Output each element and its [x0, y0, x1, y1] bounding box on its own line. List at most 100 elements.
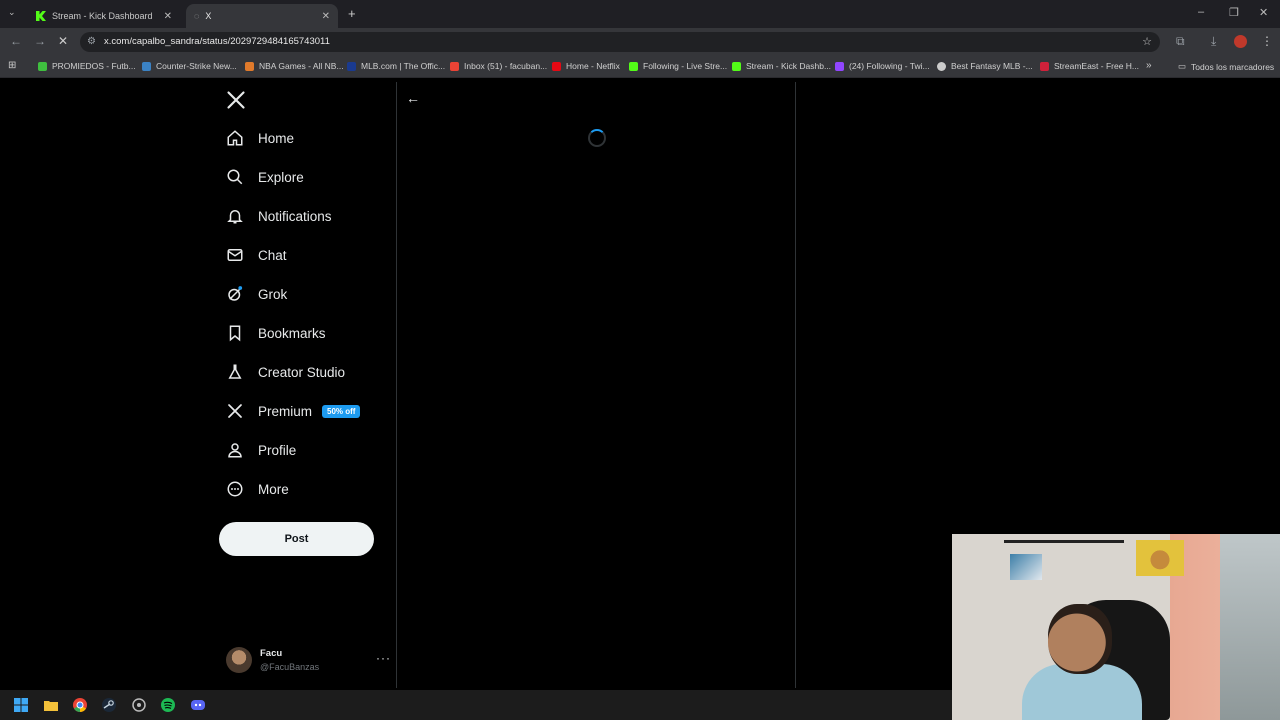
more-dots-icon[interactable]: ··· — [376, 651, 391, 665]
more-bookmarks-icon[interactable]: » — [1146, 60, 1152, 71]
bookmark-favicon — [142, 61, 151, 71]
folder-icon: ▭ — [1178, 61, 1187, 71]
x-logo-icon[interactable] — [226, 90, 246, 110]
close-icon[interactable]: ✕ — [322, 11, 330, 22]
post-button[interactable]: Post — [219, 522, 374, 556]
site-settings-icon[interactable]: ⚙ — [87, 36, 96, 47]
restore-icon[interactable]: ❐ — [1229, 6, 1239, 19]
tab-title: Stream - Kick Dashboard — [52, 11, 153, 21]
menu-icon[interactable]: ⋮ — [1261, 34, 1273, 48]
bookmark-favicon — [450, 61, 459, 71]
bookmark-item[interactable]: Inbox (51) - facuban... — [450, 61, 547, 71]
katana — [1004, 540, 1124, 543]
tab-kick-dashboard[interactable]: Stream - Kick Dashboard ✕ — [28, 4, 180, 28]
address-bar: ← → ✕ ⚙ x.com/capalbo_sandra/status/2029… — [0, 28, 1280, 56]
download-icon[interactable]: ⤓ — [1211, 34, 1216, 49]
taskbar — [0, 690, 952, 720]
tab-bar: ⌄ Stream - Kick Dashboard ✕ ◌ X ✕ + – ❐ … — [0, 0, 1280, 28]
bookmark-label: Following - Live Stre... — [643, 61, 728, 71]
profile-avatar-icon[interactable] — [1234, 35, 1247, 48]
bookmark-icon — [226, 324, 244, 342]
windows-start-icon[interactable] — [14, 698, 28, 712]
bookmark-item[interactable]: Stream - Kick Dashb... — [732, 61, 831, 71]
bookmark-favicon — [245, 61, 254, 71]
discount-badge: 50% off — [322, 404, 361, 418]
star-icon[interactable]: ☆ — [1142, 35, 1152, 48]
nav-more[interactable]: More — [226, 473, 289, 505]
bookmark-label: StreamEast - Free H... — [1054, 61, 1140, 71]
nav-grok[interactable]: Grok — [226, 278, 287, 310]
account-handle: @FacuBanzas — [260, 662, 320, 672]
bookmark-favicon — [937, 61, 946, 71]
nav-bookmarks[interactable]: Bookmarks — [226, 317, 326, 349]
steam-icon[interactable] — [102, 698, 116, 712]
nav-home[interactable]: Home — [226, 122, 294, 154]
nav-creator-studio[interactable]: Creator Studio — [226, 356, 345, 388]
tab-search-chevron-icon[interactable]: ⌄ — [8, 7, 16, 18]
nav-profile[interactable]: Profile — [226, 434, 296, 466]
tab-x[interactable]: ◌ X ✕ — [186, 4, 338, 28]
bookmark-label: Home - Netflix — [566, 61, 620, 71]
mail-icon — [226, 246, 244, 264]
nav-notifications[interactable]: Notifications — [226, 200, 332, 232]
nav-premium[interactable]: Premium 50% off — [226, 395, 361, 427]
nav-chat[interactable]: Chat — [226, 239, 287, 271]
bookmark-item[interactable]: Following - Live Stre... — [629, 61, 727, 71]
bookmark-favicon — [732, 61, 741, 71]
bookmark-item[interactable]: Counter-Strike New... — [142, 61, 237, 71]
nav-explore[interactable]: Explore — [226, 161, 304, 193]
account-switcher[interactable]: Facu @FacuBanzas ··· — [226, 642, 391, 678]
nav-label: Creator Studio — [258, 364, 346, 380]
bookmark-item[interactable]: PROMIEDOS - Futb... — [38, 61, 136, 71]
bookmark-item[interactable]: StreamEast - Free H... — [1040, 61, 1139, 71]
avatar — [226, 647, 252, 673]
bookmark-label: Counter-Strike New... — [156, 61, 237, 71]
bookmark-item[interactable]: Best Fantasy MLB -... — [937, 61, 1033, 71]
bookmark-label: PROMIEDOS - Futb... — [52, 61, 136, 71]
stop-icon[interactable]: ✕ — [58, 34, 68, 48]
bookmark-item[interactable]: NBA Games - All NB... — [245, 61, 344, 71]
bookmark-favicon — [629, 61, 638, 71]
nav-label: Bookmarks — [258, 325, 326, 341]
apps-grid-icon[interactable]: ⊞ — [8, 60, 16, 71]
forward-icon[interactable]: → — [34, 34, 46, 48]
bookmark-item[interactable]: (24) Following - Twi... — [835, 61, 930, 71]
new-tab-icon[interactable]: + — [348, 6, 356, 21]
url-text: x.com/capalbo_sandra/status/202972948416… — [104, 36, 330, 47]
file-explorer-icon[interactable] — [44, 698, 58, 712]
flask-icon — [226, 363, 244, 381]
account-name: Facu — [260, 648, 283, 659]
x-icon — [226, 402, 244, 420]
obs-icon[interactable] — [132, 698, 146, 712]
back-arrow-icon[interactable]: ← — [406, 90, 420, 106]
nav-label: Home — [258, 130, 295, 146]
nav-label: Grok — [258, 286, 288, 302]
all-bookmarks-label: Todos los marcadores — [1191, 61, 1275, 72]
nav-label: Explore — [258, 169, 304, 185]
loading-spinner-icon — [588, 129, 606, 147]
home-icon — [226, 129, 244, 147]
bookmark-favicon — [552, 61, 561, 71]
bookmark-item[interactable]: MLB.com | The Offic... — [347, 61, 445, 71]
poster — [1010, 554, 1042, 580]
bookmark-favicon — [38, 61, 47, 71]
spotify-icon[interactable] — [161, 698, 175, 712]
window-close-icon[interactable]: ✕ — [1259, 6, 1268, 19]
discord-icon[interactable] — [191, 698, 205, 712]
bookmark-label: (24) Following - Twi... — [849, 61, 930, 71]
tab-title: X — [205, 11, 212, 21]
bookmark-item[interactable]: Home - Netflix — [552, 61, 620, 71]
bookmark-label: MLB.com | The Offic... — [361, 61, 446, 71]
all-bookmarks[interactable]: ▭ Todos los marcadores — [1178, 61, 1274, 72]
bookmark-label: Best Fantasy MLB -... — [951, 61, 1033, 71]
bookmark-label: Inbox (51) - facuban... — [464, 61, 548, 71]
url-field[interactable]: ⚙ x.com/capalbo_sandra/status/2029729484… — [80, 32, 1160, 52]
chrome-icon[interactable] — [73, 698, 87, 712]
bookmark-favicon — [1040, 61, 1049, 71]
extensions-icon[interactable]: ⧉ — [1176, 34, 1185, 49]
minimize-icon[interactable]: – — [1198, 6, 1204, 18]
close-icon[interactable]: ✕ — [164, 11, 172, 22]
bookmarks-bar: ⊞ PROMIEDOS - Futb... Counter-Strike New… — [0, 56, 1280, 78]
back-icon[interactable]: ← — [10, 34, 22, 48]
column-divider — [795, 82, 796, 688]
